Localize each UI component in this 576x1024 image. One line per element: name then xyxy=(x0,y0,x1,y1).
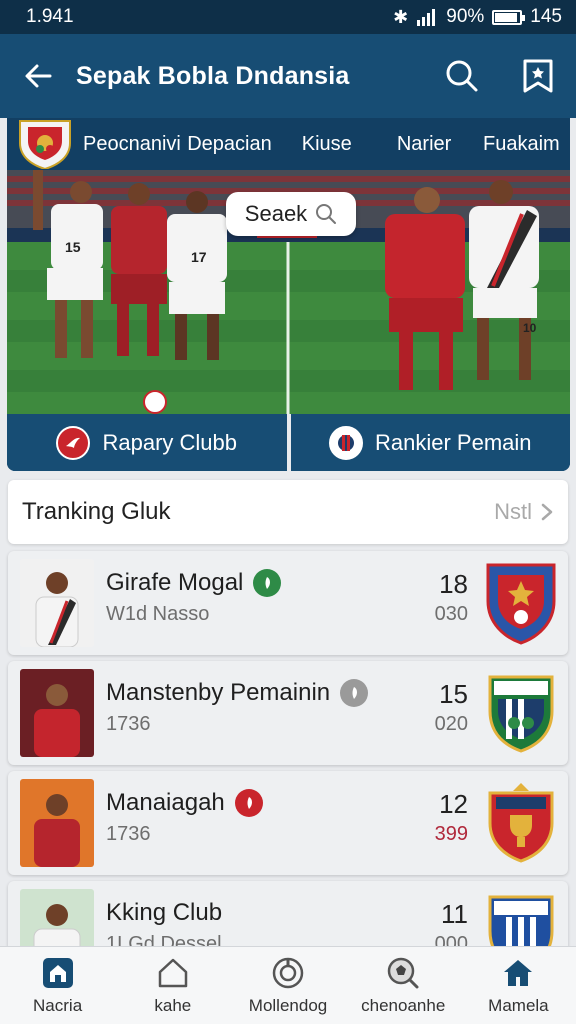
ranking-player-button[interactable]: Rankier Pemain xyxy=(286,414,570,471)
row-points: 030 xyxy=(434,603,468,625)
section-title: Tranking Gluk xyxy=(22,498,171,525)
status-icons: ✱ 90% 145 xyxy=(393,6,562,28)
row-subtitle: W1d Nasso xyxy=(106,603,210,625)
row-title: Kking Club xyxy=(106,899,222,927)
player-number: 10 xyxy=(523,321,537,335)
bookmark-icon xyxy=(523,59,553,93)
lock-home-icon xyxy=(42,957,73,988)
nav-label: kahe xyxy=(154,995,192,1015)
list-item[interactable]: Manaiagah 1736 12 399 xyxy=(8,771,568,875)
row-score: 18 xyxy=(439,569,468,599)
player-number: 17 xyxy=(191,249,207,265)
hero-image: 15 17 10 Seaek xyxy=(7,170,570,414)
category-tabs: Peocnanivi Depacian Kiuse Narier Fuakaim xyxy=(7,118,570,170)
back-button[interactable] xyxy=(0,34,76,118)
battery-icon xyxy=(492,9,526,25)
bottom-navigation: Nacria kahe Mollendog chenoanhe Mamela xyxy=(0,946,576,1024)
tab-item[interactable]: Narier xyxy=(375,133,472,156)
ranking-player-label: Rankier Pemain xyxy=(374,429,532,455)
nav-item-kahe[interactable]: kahe xyxy=(115,947,230,1024)
ball-search-icon xyxy=(387,957,419,988)
row-points: 020 xyxy=(434,713,468,735)
row-score: 15 xyxy=(439,679,468,709)
search-icon xyxy=(316,204,337,224)
hero-card: Peocnanivi Depacian Kiuse Narier Fuakaim xyxy=(7,118,570,471)
rapary-club-button[interactable]: Rapary Clubb xyxy=(7,414,287,471)
list-item[interactable]: Manstenby Pemainin 1736 15 020 xyxy=(8,661,568,765)
row-title: Girafe Mogal xyxy=(106,569,282,597)
club-crest-icon xyxy=(488,675,554,753)
row-title: Manaiagah xyxy=(106,789,263,817)
battery-percent: 90% xyxy=(446,6,485,27)
status-extra: 145 xyxy=(530,6,562,27)
section-header[interactable]: Tranking Gluk Nstl xyxy=(8,480,568,544)
row-subtitle: 1736 xyxy=(106,713,151,735)
rapary-club-label: Rapary Clubb xyxy=(102,429,237,455)
nav-item-mollendog[interactable]: Mollendog xyxy=(230,947,345,1024)
home-outline-icon xyxy=(158,958,188,987)
see-more-link[interactable]: Nstl xyxy=(494,499,554,525)
row-name: Manstenby Pemainin xyxy=(106,679,331,706)
bluetooth-icon: ✱ xyxy=(393,6,409,27)
hero-search-button[interactable]: Seaek xyxy=(226,192,356,236)
signal-icon xyxy=(417,9,436,26)
shield-stripes-icon xyxy=(328,425,363,460)
nav-label: chenoanhe xyxy=(361,995,446,1015)
tab-item[interactable]: Kiuse xyxy=(278,133,375,156)
home-filled-icon xyxy=(504,959,533,986)
nav-item-nacria[interactable]: Nacria xyxy=(0,947,115,1024)
player-photo xyxy=(20,669,94,757)
row-name: Kking Club xyxy=(106,899,223,926)
status-time: 1.941 xyxy=(26,6,74,27)
app-bar: Sepak Bobla Dndansia xyxy=(0,34,576,118)
row-score: 12 xyxy=(439,789,468,819)
hero-actions: Rapary Clubb Rankier Pemain xyxy=(7,414,570,471)
player-photo xyxy=(20,559,94,647)
row-points: 399 xyxy=(434,823,468,845)
list-item[interactable]: Girafe Mogal W1d Nasso 18 030 xyxy=(8,551,568,655)
leaf-badge-icon xyxy=(340,679,369,707)
bookmark-button[interactable] xyxy=(500,34,576,118)
club-crest-tab[interactable] xyxy=(7,118,83,170)
club-crest-icon xyxy=(19,120,71,169)
row-name: Girafe Mogal xyxy=(106,569,244,596)
target-icon xyxy=(272,957,304,988)
nav-label: Mamela xyxy=(488,995,549,1015)
tab-item[interactable]: Peocnanivi xyxy=(83,133,181,156)
nav-item-chenoanhe[interactable]: chenoanhe xyxy=(346,947,461,1024)
leaf-badge-icon xyxy=(253,569,282,597)
nav-label: Nacria xyxy=(33,995,83,1015)
nav-item-mamela[interactable]: Mamela xyxy=(461,947,576,1024)
search-button[interactable] xyxy=(424,34,500,118)
nav-label: Mollendog xyxy=(248,995,328,1015)
leaf-badge-icon xyxy=(234,789,263,817)
arrow-left-icon xyxy=(25,64,52,88)
player-photo xyxy=(20,779,94,867)
page-title: Sepak Bobla Dndansia xyxy=(76,61,350,90)
club-crest-icon xyxy=(486,563,556,645)
player-number: 15 xyxy=(65,239,81,255)
search-icon xyxy=(446,60,478,92)
row-score: 11 xyxy=(441,899,468,929)
see-more-label: Nstl xyxy=(494,499,532,524)
club-crest-icon xyxy=(488,783,554,863)
row-name: Manaiagah xyxy=(106,789,225,816)
tab-item[interactable]: Fuakaim xyxy=(473,133,570,156)
chevron-right-icon xyxy=(541,503,553,521)
row-title: Manstenby Pemainin xyxy=(106,679,369,707)
tab-item[interactable]: Depacian xyxy=(181,133,278,156)
row-subtitle: 1736 xyxy=(106,823,151,845)
club-emblem-icon xyxy=(56,425,91,460)
hero-search-label: Seaek xyxy=(244,201,308,226)
status-bar: 1.941 ✱ 90% 145 xyxy=(0,0,576,34)
